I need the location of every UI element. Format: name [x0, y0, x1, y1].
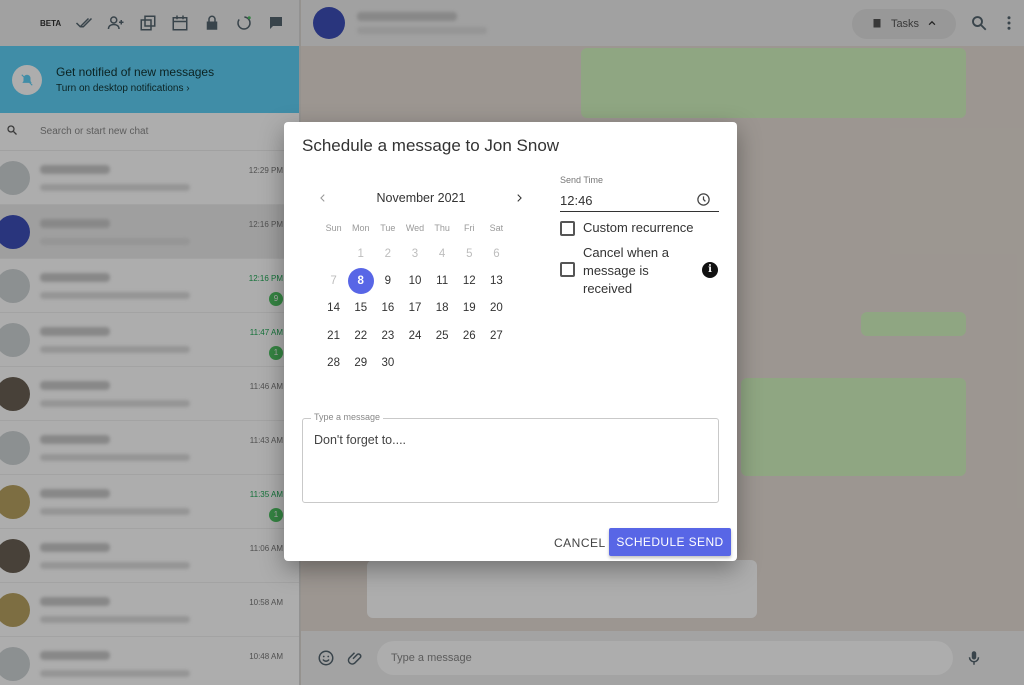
- calendar-day[interactable]: 20: [483, 302, 510, 314]
- calendar-day-number: 19: [462, 302, 476, 315]
- calendar-day[interactable]: 24: [401, 330, 428, 342]
- calendar-day-number: 22: [354, 329, 368, 342]
- calendar-day[interactable]: 13: [483, 275, 510, 287]
- calendar-day[interactable]: 11: [429, 275, 456, 287]
- custom-recurrence-option[interactable]: Custom recurrence: [560, 220, 694, 236]
- calendar-day[interactable]: 28: [320, 357, 347, 369]
- weekday-label: Thu: [434, 223, 450, 233]
- calendar-day[interactable]: 12: [456, 275, 483, 287]
- calendar-day: 7: [320, 275, 347, 287]
- calendar-month-label: November 2021: [376, 191, 466, 205]
- calendar-day-number: 4: [438, 247, 446, 260]
- cancel-button[interactable]: CANCEL: [554, 529, 606, 557]
- calendar-grid: Sun Mon Tue Wed Thu Fri Sat 1 2 3 4 5 6 7 8 9 10 11 12 13 14…: [320, 220, 510, 377]
- calendar-day-number: 21: [327, 329, 340, 342]
- calendar-day-number: 11: [436, 275, 449, 288]
- calendar-day-number: 16: [381, 302, 395, 315]
- calendar-day[interactable]: 26: [456, 330, 483, 342]
- calendar-day[interactable]: 30: [374, 357, 401, 369]
- calendar-day-selected[interactable]: 8: [347, 268, 374, 295]
- calendar-day[interactable]: 15: [347, 302, 374, 314]
- weekday-label: Tue: [380, 223, 396, 233]
- weekday-label: Sat: [489, 223, 504, 233]
- cancel-when-received-option[interactable]: Cancel when a message is received: [560, 244, 686, 298]
- chevron-right-icon[interactable]: [510, 189, 528, 207]
- calendar-day[interactable]: 16: [374, 302, 401, 314]
- calendar-day-number: 28: [327, 357, 340, 370]
- calendar-day-number: 18: [435, 302, 449, 315]
- calendar-day[interactable]: 18: [429, 302, 456, 314]
- calendar-week-row: 21 22 23 24 25 26 27: [320, 322, 510, 349]
- calendar-week-row: 28 29 30: [320, 350, 510, 377]
- calendar-day: 3: [401, 248, 428, 260]
- calendar-day-number: 9: [384, 275, 392, 288]
- calendar-day-number: 8: [347, 268, 374, 295]
- schedule-message-dialog: Schedule a message to Jon Snow November …: [284, 122, 737, 561]
- send-time-label: Send Time: [560, 175, 604, 185]
- weekday-label: Wed: [405, 223, 425, 233]
- message-field-label: Type a message: [311, 412, 384, 422]
- calendar-day-number: 1: [357, 247, 364, 260]
- calendar-day-number: 24: [408, 329, 422, 342]
- calendar-day-number: 26: [462, 329, 476, 342]
- calendar-day[interactable]: 21: [320, 330, 347, 342]
- calendar-day: 2: [374, 248, 401, 260]
- calendar-day[interactable]: 19: [456, 302, 483, 314]
- chevron-left-icon[interactable]: [314, 189, 332, 207]
- cancel-when-received-checkbox[interactable]: [560, 262, 575, 277]
- info-icon[interactable]: i: [702, 262, 718, 278]
- calendar-day: 5: [456, 248, 483, 260]
- calendar-day-number: 5: [466, 247, 473, 260]
- send-time-field[interactable]: Send Time 12:46: [560, 175, 719, 212]
- weekday-header-row: Sun Mon Tue Wed Thu Fri Sat: [320, 220, 510, 236]
- dialog-title: Schedule a message to Jon Snow: [302, 136, 560, 155]
- calendar-day-number: 30: [381, 357, 395, 370]
- schedule-send-button[interactable]: SCHEDULE SEND: [609, 528, 731, 556]
- weekday-label: Fri: [464, 223, 475, 233]
- message-field[interactable]: Type a message Don't forget to....: [302, 412, 719, 503]
- calendar-day: 4: [429, 248, 456, 260]
- calendar-day[interactable]: 25: [429, 330, 456, 342]
- calendar-day[interactable]: 14: [320, 302, 347, 314]
- calendar-day[interactable]: 9: [374, 275, 401, 287]
- calendar-day-number: 27: [490, 329, 503, 342]
- calendar-day[interactable]: 10: [401, 275, 428, 287]
- weekday-label: Mon: [351, 223, 370, 233]
- calendar-day[interactable]: 29: [347, 357, 374, 369]
- calendar-day[interactable]: 17: [401, 302, 428, 314]
- custom-recurrence-label: Custom recurrence: [583, 220, 694, 235]
- calendar-day-number: 2: [384, 247, 392, 260]
- calendar-day-number: 7: [330, 275, 337, 288]
- clock-icon[interactable]: [696, 192, 711, 210]
- calendar-day-number: 29: [354, 357, 368, 370]
- calendar-week-row: 14 15 16 17 18 19 20: [320, 295, 510, 322]
- calendar-day-number: 12: [462, 275, 476, 288]
- calendar-day-number: 14: [327, 302, 340, 315]
- calendar-day[interactable]: 22: [347, 330, 374, 342]
- message-input[interactable]: Don't forget to....: [314, 433, 406, 447]
- calendar-navigation: November 2021: [314, 188, 528, 208]
- calendar-day-number: 15: [354, 302, 368, 315]
- calendar-day: 6: [483, 248, 510, 260]
- calendar-day-number: 10: [408, 275, 422, 288]
- calendar-day-number: 3: [411, 247, 419, 260]
- cancel-when-received-label: Cancel when a message is received: [583, 245, 669, 296]
- calendar-day[interactable]: 23: [374, 330, 401, 342]
- calendar-day-number: 20: [490, 302, 503, 315]
- custom-recurrence-checkbox[interactable]: [560, 221, 575, 236]
- calendar-day-number: 17: [408, 302, 422, 315]
- calendar-day-number: 6: [493, 247, 500, 260]
- calendar-day[interactable]: 27: [483, 330, 510, 342]
- calendar-day: 1: [347, 248, 374, 260]
- send-time-value: 12:46: [560, 193, 593, 208]
- calendar-week-row: 1 2 3 4 5 6: [320, 240, 510, 267]
- calendar-day-number: 25: [435, 329, 449, 342]
- calendar-week-row: 7 8 9 10 11 12 13: [320, 267, 510, 295]
- calendar-day-number: 23: [381, 329, 395, 342]
- send-time-input[interactable]: 12:46: [560, 190, 719, 212]
- calendar-day-number: 13: [490, 275, 503, 288]
- weekday-label: Sun: [325, 223, 342, 233]
